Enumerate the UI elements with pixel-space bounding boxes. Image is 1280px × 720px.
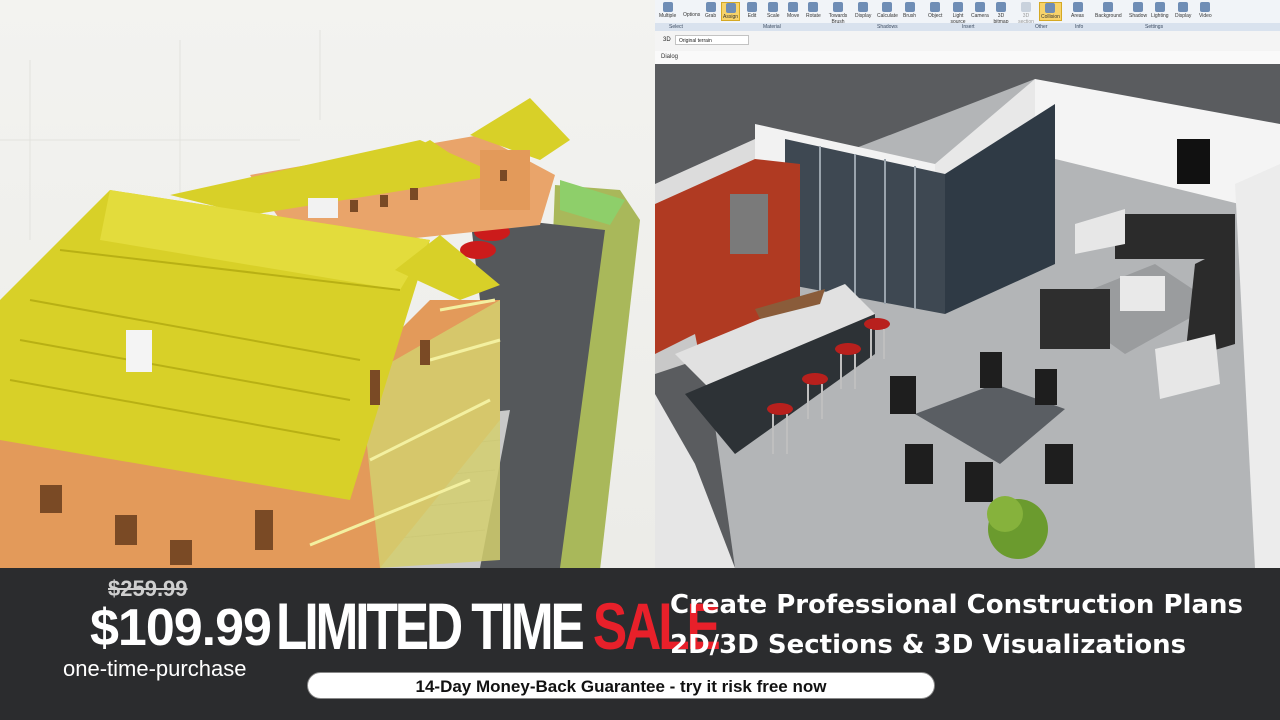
group-insert: Insert — [962, 24, 975, 30]
chimney-2 — [308, 198, 338, 218]
calculate-icon — [882, 2, 893, 12]
group-material: Material — [763, 24, 781, 30]
house-3d-viewport[interactable] — [0, 0, 655, 568]
scale-button[interactable]: Scale — [767, 2, 780, 19]
lighting-icon — [1154, 2, 1165, 12]
light-icon — [953, 2, 963, 12]
assign-icon — [725, 3, 736, 13]
edit-icon — [747, 2, 757, 12]
group-settings: Settings — [1145, 24, 1164, 30]
move-button[interactable]: Move — [787, 2, 799, 19]
camera-button[interactable]: Camera — [971, 2, 989, 19]
group-other: Other — [1035, 24, 1048, 30]
display-settings-button[interactable]: Display — [1175, 2, 1191, 19]
display-button[interactable]: Display — [855, 2, 871, 19]
background-icon — [1103, 2, 1114, 12]
brush-icon — [833, 2, 843, 12]
dialog-tab[interactable]: Dialog — [661, 54, 678, 60]
edit-button[interactable]: Edit — [747, 2, 757, 19]
areas-button[interactable]: Areas — [1071, 2, 1084, 19]
options-button[interactable]: Options — [683, 12, 700, 18]
scale-icon — [768, 2, 779, 12]
app-window: Multiple Options Grab Assign Edit Scale … — [655, 0, 1280, 568]
group-select: Select — [669, 24, 683, 30]
display-icon — [858, 2, 869, 12]
guarantee-button[interactable]: 14-Day Money-Back Guarantee - try it ris… — [307, 672, 935, 699]
house-render — [0, 30, 640, 568]
object-icon — [930, 2, 941, 12]
light-source-button[interactable]: Light source — [949, 2, 967, 25]
brush-button[interactable]: Brush — [903, 2, 916, 19]
rotate-button[interactable]: Rotate — [806, 2, 821, 19]
section-3d-button[interactable]: 3D section — [1018, 2, 1034, 25]
sale-headline: LIMITED TIME SALE — [276, 588, 721, 664]
wall-art — [1177, 139, 1210, 184]
interior-render — [655, 79, 1280, 568]
video-button[interactable]: Video — [1199, 2, 1212, 19]
multiple-button[interactable]: Multiple — [659, 2, 676, 19]
purchase-note: one-time-purchase — [63, 656, 247, 681]
headline-main: LIMITED TIME — [276, 589, 585, 663]
view-mode-label: 3D — [663, 37, 671, 43]
dialog-bar: Dialog — [655, 51, 1280, 65]
coffee-table — [1120, 276, 1165, 311]
towards-brush-button[interactable]: Towards Brush — [827, 2, 849, 25]
group-shadows: Shadows — [877, 24, 898, 30]
sofa — [1115, 214, 1235, 259]
camera-icon — [974, 2, 985, 12]
brush-icon — [904, 2, 915, 12]
rotate-icon — [808, 2, 819, 12]
display-icon — [1178, 2, 1189, 12]
select-icon — [662, 2, 673, 12]
tagline-sections-visualizations: 2D/3D Sections & 3D Visualizations — [670, 630, 1187, 660]
shadow-icon — [1133, 2, 1144, 12]
ribbon-group-labels: Select Material Shadows Insert Other Inf… — [655, 23, 1280, 31]
tagline-construction-plans: Create Professional Construction Plans — [670, 590, 1243, 620]
bitmap-3d-button[interactable]: 3D bitmap — [993, 2, 1009, 25]
interior-3d-viewport[interactable] — [655, 64, 1280, 568]
collision-icon — [1045, 3, 1056, 13]
collision-button[interactable]: Collision — [1039, 2, 1062, 21]
grab-button[interactable]: Grab — [705, 2, 716, 19]
bitmap-icon — [996, 2, 1006, 12]
section-icon — [1021, 2, 1031, 12]
chimney-1 — [126, 330, 152, 372]
terrain-select[interactable]: Original terrain — [675, 35, 749, 45]
areas-icon — [1072, 2, 1083, 12]
shadow-button[interactable]: Shadow — [1129, 2, 1147, 19]
armchair — [1040, 289, 1110, 349]
calculate-button[interactable]: Calculate — [877, 2, 898, 19]
view-bar: 3D Original terrain — [655, 31, 1280, 52]
grab-icon — [705, 2, 716, 12]
assign-button[interactable]: Assign — [721, 2, 741, 21]
background-button[interactable]: Background — [1095, 2, 1122, 19]
lighting-button[interactable]: Lighting — [1151, 2, 1169, 19]
move-icon — [788, 2, 799, 12]
oven — [730, 194, 768, 254]
video-icon — [1200, 2, 1211, 12]
object-button[interactable]: Object — [928, 2, 942, 19]
sale-price: $109.99 — [90, 599, 272, 657]
ribbon-toolbar: Multiple Options Grab Assign Edit Scale … — [655, 0, 1280, 32]
group-info: Info — [1075, 24, 1084, 30]
